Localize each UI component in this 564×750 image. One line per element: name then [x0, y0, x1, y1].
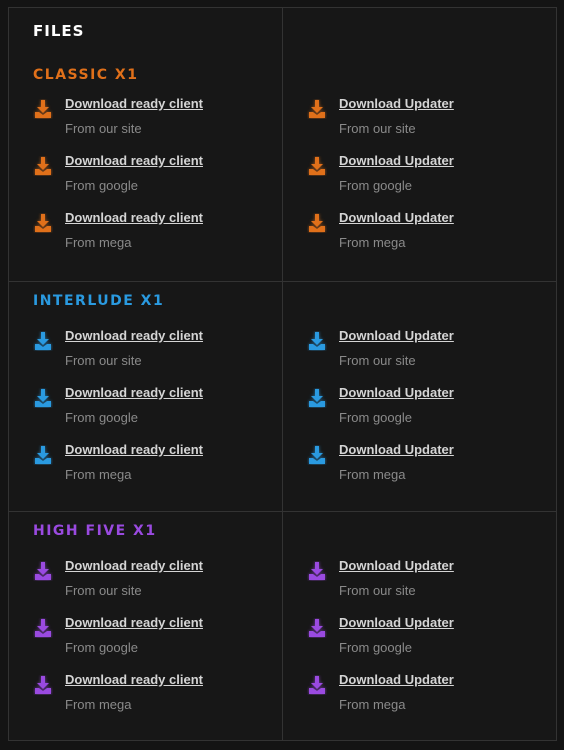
download-client-link[interactable]: Download ready client: [65, 153, 203, 168]
download-client-link[interactable]: Download ready client: [65, 672, 203, 687]
download-client-link[interactable]: Download ready client: [65, 385, 203, 400]
client-download-row: Download ready client From google: [33, 615, 273, 659]
download-source: From our site: [339, 121, 416, 136]
download-source: From google: [339, 178, 412, 193]
download-client-link[interactable]: Download ready client: [65, 328, 203, 343]
column-divider: [282, 7, 283, 281]
download-source: From our site: [65, 353, 142, 368]
column-divider: [282, 512, 283, 741]
download-source: From google: [65, 410, 138, 425]
download-icon[interactable]: [33, 213, 53, 233]
download-icon[interactable]: [307, 156, 327, 176]
client-download-row: Download ready client From google: [33, 385, 273, 429]
section-title: HIGH FIVE X1: [33, 523, 157, 539]
column-divider: [282, 282, 283, 511]
client-download-row: Download ready client From mega: [33, 210, 273, 254]
page-title: FILES: [33, 22, 85, 40]
download-source: From google: [65, 640, 138, 655]
download-icon[interactable]: [33, 561, 53, 581]
download-source: From mega: [339, 467, 406, 482]
download-updater-link[interactable]: Download Updater: [339, 615, 454, 630]
download-icon[interactable]: [33, 675, 53, 695]
section-0: CLASSIC X1 Download ready client From our …: [8, 7, 557, 281]
download-updater-link[interactable]: Download Updater: [339, 153, 454, 168]
download-icon[interactable]: [307, 675, 327, 695]
download-updater-link[interactable]: Download Updater: [339, 96, 454, 111]
download-icon[interactable]: [33, 445, 53, 465]
download-updater-link[interactable]: Download Updater: [339, 385, 454, 400]
download-icon[interactable]: [33, 156, 53, 176]
updater-download-row: Download Updater From our site: [307, 328, 547, 372]
updater-download-row: Download Updater From google: [307, 385, 547, 429]
updater-download-row: Download Updater From our site: [307, 96, 547, 140]
download-source: From mega: [339, 235, 406, 250]
download-icon[interactable]: [307, 213, 327, 233]
download-client-link[interactable]: Download ready client: [65, 210, 203, 225]
download-updater-link[interactable]: Download Updater: [339, 558, 454, 573]
download-client-link[interactable]: Download ready client: [65, 442, 203, 457]
download-source: From our site: [339, 583, 416, 598]
download-source: From google: [339, 640, 412, 655]
updater-download-row: Download Updater From mega: [307, 210, 547, 254]
top-bar: [0, 0, 564, 7]
download-icon[interactable]: [33, 331, 53, 351]
download-icon[interactable]: [307, 388, 327, 408]
download-updater-link[interactable]: Download Updater: [339, 328, 454, 343]
download-icon[interactable]: [307, 99, 327, 119]
download-icon[interactable]: [307, 561, 327, 581]
client-download-row: Download ready client From our site: [33, 558, 273, 602]
download-client-link[interactable]: Download ready client: [65, 558, 203, 573]
download-source: From our site: [65, 583, 142, 598]
section-2: HIGH FIVE X1 Download ready client From ou…: [8, 511, 557, 741]
download-updater-link[interactable]: Download Updater: [339, 442, 454, 457]
section-title: CLASSIC X1: [33, 67, 139, 83]
section-1: INTERLUDE X1 Download ready client From ou…: [8, 281, 557, 511]
updater-download-row: Download Updater From google: [307, 615, 547, 659]
client-download-row: Download ready client From mega: [33, 442, 273, 486]
download-client-link[interactable]: Download ready client: [65, 96, 203, 111]
download-source: From mega: [339, 697, 406, 712]
updater-download-row: Download Updater From mega: [307, 442, 547, 486]
download-source: From google: [65, 178, 138, 193]
updater-download-row: Download Updater From google: [307, 153, 547, 197]
download-source: From mega: [65, 235, 132, 250]
download-source: From our site: [339, 353, 416, 368]
download-client-link[interactable]: Download ready client: [65, 615, 203, 630]
download-icon[interactable]: [307, 445, 327, 465]
client-download-row: Download ready client From our site: [33, 96, 273, 140]
download-source: From google: [339, 410, 412, 425]
download-source: From mega: [65, 467, 132, 482]
client-download-row: Download ready client From google: [33, 153, 273, 197]
download-icon[interactable]: [33, 99, 53, 119]
download-updater-link[interactable]: Download Updater: [339, 210, 454, 225]
download-updater-link[interactable]: Download Updater: [339, 672, 454, 687]
client-download-row: Download ready client From mega: [33, 672, 273, 716]
download-source: From our site: [65, 121, 142, 136]
download-icon[interactable]: [307, 331, 327, 351]
download-source: From mega: [65, 697, 132, 712]
updater-download-row: Download Updater From mega: [307, 672, 547, 716]
client-download-row: Download ready client From our site: [33, 328, 273, 372]
section-title: INTERLUDE X1: [33, 293, 165, 309]
download-icon[interactable]: [33, 618, 53, 638]
download-icon[interactable]: [33, 388, 53, 408]
download-icon[interactable]: [307, 618, 327, 638]
updater-download-row: Download Updater From our site: [307, 558, 547, 602]
